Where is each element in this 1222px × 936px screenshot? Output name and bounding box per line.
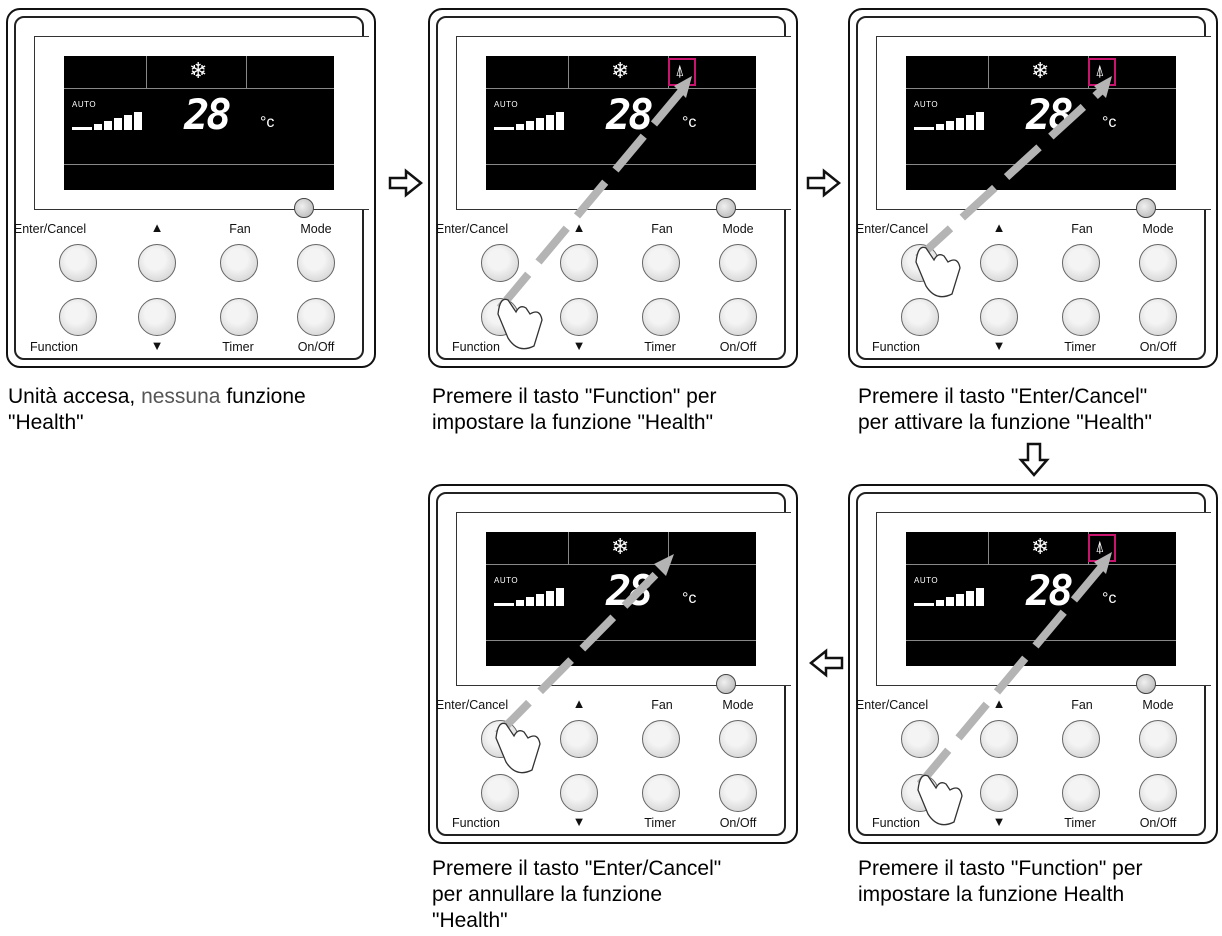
remote-panel-5: ❄ ⍋ AUTO 28 °c Enter/Cancel ▲ Fan Mode F…: [848, 484, 1218, 844]
press-path-overlay: [495, 554, 674, 774]
caption-text: impostare la funzione "Health": [432, 411, 714, 434]
up-button[interactable]: [138, 244, 176, 282]
caption-text: Premere il tasto "Enter/Cancel": [858, 385, 1148, 408]
caption-text: "Health": [432, 909, 508, 932]
temperature-unit: °c: [260, 114, 275, 131]
caption-text: per annullare la funzione: [432, 883, 662, 906]
mode-label: Mode: [300, 222, 332, 236]
caption-text: per attivare la funzione "Health": [858, 411, 1152, 434]
press-path-overlay: [916, 552, 1112, 826]
fan-label: Fan: [229, 222, 251, 236]
sensor-light: [294, 198, 314, 218]
finger-pointer-icon: [915, 246, 961, 298]
caption-text: Unità accesa,: [8, 385, 142, 408]
caption-step-5: Premere il tasto "Function" per impostar…: [858, 856, 1143, 908]
caption-step-3: Premere il tasto "Enter/Cancel" per atti…: [858, 384, 1152, 436]
caption-text: Premere il tasto "Enter/Cancel": [432, 857, 722, 880]
flow-arrow-right-1: [388, 168, 424, 198]
caption-step-1: Unità accesa, nessuna funzione "Health": [8, 384, 306, 436]
press-path-line: [916, 561, 1108, 787]
temperature-readout: 28: [184, 90, 232, 139]
timer-label: Timer: [222, 340, 254, 354]
remote-panel-2: ❄ ⍋ AUTO 28 °c Enter/Cancel ▲ Fan Mode F…: [428, 8, 798, 368]
finger-pointer-icon: [917, 774, 963, 826]
caption-step-2: Premere il tasto "Function" per impostar…: [432, 384, 717, 436]
caption-text: funzione: [220, 385, 306, 408]
function-button[interactable]: [59, 298, 97, 336]
remote-panel-4: ❄ AUTO 28 °c Enter/Cancel ▲ Fan Mode Fun…: [428, 484, 798, 844]
enter-cancel-button[interactable]: [59, 244, 97, 282]
down-button[interactable]: [138, 298, 176, 336]
finger-pointer-icon: [495, 722, 541, 774]
lcd-divider: [64, 164, 334, 165]
lcd-display: ❄ AUTO 28 °c: [64, 56, 334, 190]
lcd-divider: [246, 56, 247, 88]
function-label: Function: [30, 340, 78, 354]
caption-step-4: Premere il tasto "Enter/Cancel" per annu…: [432, 856, 721, 934]
remote-panel-3: ❄ ⍋ AUTO 28 °c Enter/Cancel ▲ Fan Mode F…: [848, 8, 1218, 368]
up-label: ▲: [150, 220, 164, 235]
onoff-button[interactable]: [297, 298, 335, 336]
press-path-line: [496, 85, 688, 311]
down-label: ▼: [150, 338, 164, 353]
caption-text: impostare la funzione Health: [858, 883, 1125, 906]
lcd-divider: [146, 56, 147, 88]
flow-arrow-right-2: [806, 168, 842, 198]
press-path-overlay: [915, 76, 1112, 298]
press-path-line: [915, 85, 1107, 261]
finger-pointer-icon: [497, 298, 543, 350]
press-path-overlay: [496, 76, 692, 350]
snowflake-icon: ❄: [189, 59, 208, 84]
caption-text: Premere il tasto "Function" per: [858, 857, 1143, 880]
auto-label: AUTO: [72, 100, 97, 109]
fan-speed-bars: [72, 112, 142, 130]
enter-cancel-label: Enter/Cancel: [13, 222, 87, 236]
timer-button[interactable]: [220, 298, 258, 336]
fan-button[interactable]: [220, 244, 258, 282]
onoff-label: On/Off: [297, 340, 335, 354]
flow-arrow-left: [808, 648, 844, 678]
press-path-line: [495, 563, 667, 737]
caption-text: Premere il tasto "Function" per: [432, 385, 717, 408]
flow-arrow-down: [1018, 442, 1050, 477]
caption-text: "Health": [8, 411, 84, 434]
caption-text: nessuna: [141, 385, 221, 408]
press-path-arrowhead: [654, 554, 674, 576]
lcd-divider: [64, 88, 334, 89]
mode-button[interactable]: [297, 244, 335, 282]
remote-panel-1: ❄ AUTO 28 °c Enter/Cancel ▲ Fan Mode Fun…: [6, 8, 376, 368]
